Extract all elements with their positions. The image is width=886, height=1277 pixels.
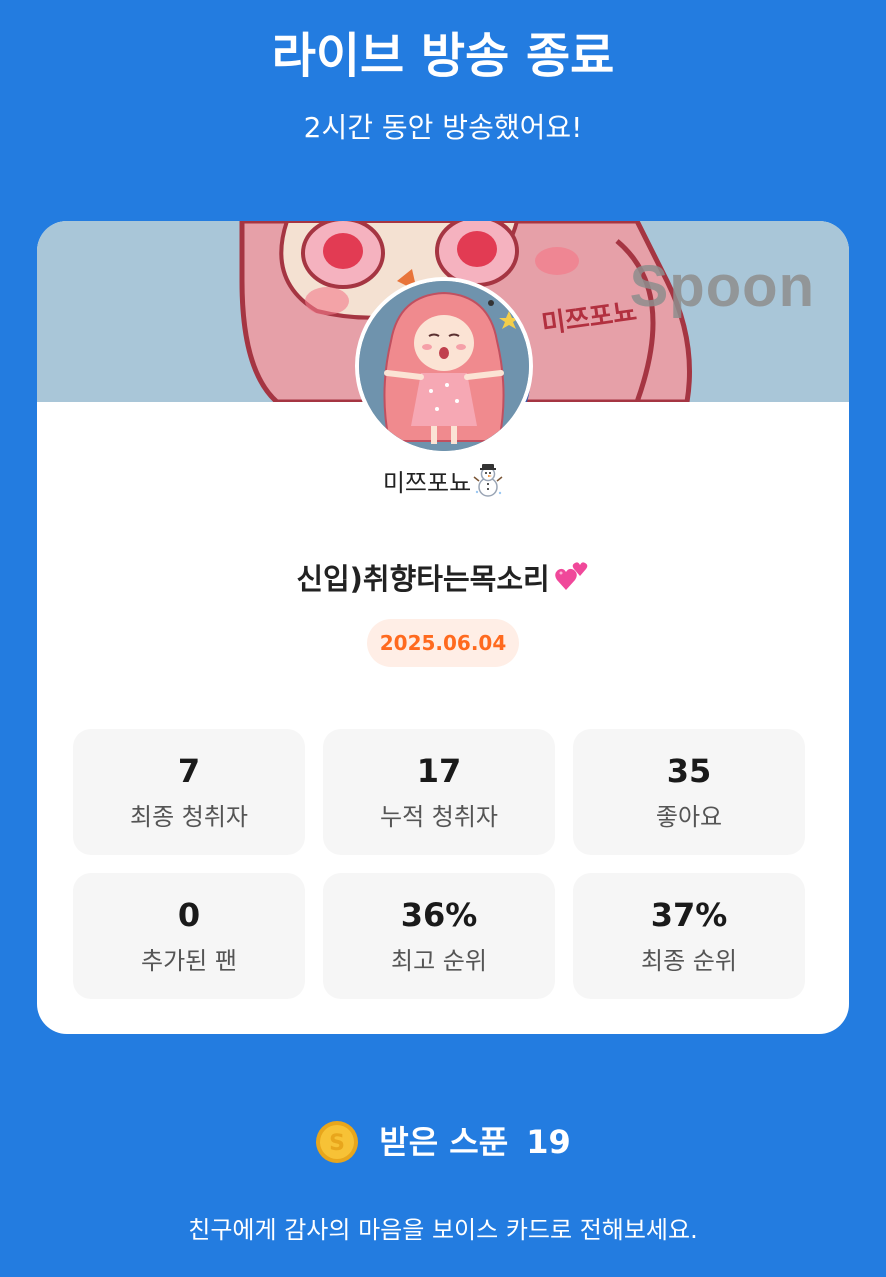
stat-new-fans: 0 추가된 팬 — [73, 873, 305, 999]
page-title: 라이브 방송 종료 — [271, 28, 615, 84]
stat-value: 36% — [400, 896, 478, 934]
received-spoons: S 받은 스푼 19 — [0, 1118, 886, 1166]
room-title-text: 신입)취향타는목소리 — [296, 562, 550, 596]
stat-label: 최종 청취자 — [129, 803, 249, 831]
stat-best-rank: 36% 최고 순위 — [323, 873, 555, 999]
stat-label: 최종 순위 — [641, 947, 737, 975]
live-room-title: 신입)취향타는목소리 — [37, 559, 849, 602]
stat-final-listeners: 7 최종 청취자 — [73, 729, 305, 855]
spoons-label: 받은 스푼 — [379, 1123, 509, 1161]
spoon-watermark: Spoon — [629, 254, 815, 319]
broadcast-duration: 2시간 동안 방송했어요! — [303, 111, 583, 144]
stat-value: 17 — [416, 752, 462, 790]
spoons-count: 19 — [526, 1123, 571, 1161]
stat-label: 추가된 팬 — [141, 947, 237, 975]
two-hearts-icon — [554, 560, 590, 602]
snowman-icon — [473, 463, 503, 505]
stat-likes: 35 좋아요 — [573, 729, 805, 855]
stat-label: 좋아요 — [655, 803, 723, 831]
stat-value: 37% — [650, 896, 728, 934]
stat-label: 누적 청취자 — [379, 803, 499, 831]
stat-final-rank: 37% 최종 순위 — [573, 873, 805, 999]
stat-total-listeners: 17 누적 청취자 — [323, 729, 555, 855]
spoon-coin-icon: S — [315, 1120, 359, 1164]
stat-value: 7 — [177, 752, 201, 790]
broadcast-date-badge: 2025.06.04 — [367, 619, 519, 667]
broadcast-summary-card: 미쯔포뇨 Spoon 미쯔포뇨 신입)취향타는목소리 2025.06.04 7 … — [37, 221, 849, 1034]
svg-text:S: S — [329, 1131, 345, 1156]
streamer-nickname[interactable]: 미쯔포뇨 — [37, 463, 849, 505]
stat-label: 최고 순위 — [391, 947, 487, 975]
streamer-avatar[interactable] — [355, 277, 533, 455]
stat-value: 0 — [177, 896, 201, 934]
nickname-text: 미쯔포뇨 — [382, 469, 472, 497]
voice-card-prompt[interactable]: 친구에게 감사의 마음을 보이스 카드로 전해보세요. — [0, 1213, 886, 1247]
stat-value: 35 — [666, 752, 712, 790]
